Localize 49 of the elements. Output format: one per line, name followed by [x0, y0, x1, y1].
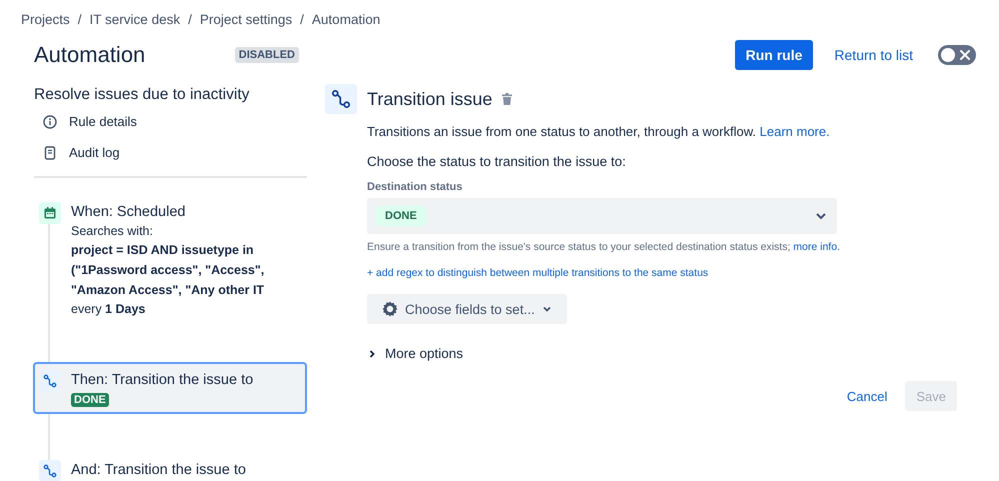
close-icon: [959, 49, 971, 61]
branch-icon: [39, 460, 61, 481]
cancel-button[interactable]: Cancel: [840, 388, 894, 404]
breadcrumb-link[interactable]: Automation: [312, 12, 380, 28]
help-text: Ensure a transition from the issue's source status to your selected destination status exists; more info.: [367, 240, 841, 254]
rule-step-card[interactable]: Then: Transition the issue to DONE: [33, 362, 307, 414]
breadcrumb-link[interactable]: Project settings: [200, 12, 292, 28]
field-label: Destination status: [367, 180, 464, 194]
step-title: When: Scheduled: [71, 203, 186, 222]
return-link[interactable]: Return to list: [834, 47, 913, 63]
breadcrumb-separator: /: [300, 12, 304, 28]
step-title: Then: Transition the issue to: [71, 371, 254, 390]
breadcrumb-separator: /: [78, 12, 82, 28]
step-title: And: Transition the issue to: [71, 461, 246, 480]
enable-toggle[interactable]: [938, 45, 976, 65]
schedule-text: every 1 Days: [71, 301, 146, 318]
status-badge: DISABLED: [234, 47, 299, 63]
page-title: Automation: [34, 42, 146, 68]
query-text: project = ISD AND issuetype in: [71, 242, 255, 259]
rule-step-card[interactable]: When: Scheduled Searches with: project = ISD AND issuetype in ("1Password access", "Access", "Amazon Access", "Any other IT every 1 Days: [33, 194, 307, 324]
branch-icon: [39, 370, 61, 392]
status-lozenge: DONE: [71, 393, 109, 407]
breadcrumb-link[interactable]: IT service desk: [90, 12, 180, 28]
run-rule-button[interactable]: Run rule: [734, 40, 814, 70]
nav-link[interactable]: Audit log: [69, 145, 120, 160]
settings-icon: [381, 300, 399, 318]
nav-link[interactable]: Rule details: [69, 114, 137, 129]
breadcrumb-separator: /: [188, 12, 192, 28]
query-text: ("1Password access", "Access",: [71, 262, 264, 279]
more-options-toggle[interactable]: More options: [367, 346, 464, 361]
query-text: "Amazon Access", "Any other IT: [71, 282, 264, 299]
document-icon: [43, 146, 57, 160]
info-icon: [43, 114, 57, 128]
trash-icon[interactable]: [502, 93, 512, 105]
branch-icon: [325, 84, 357, 114]
prompt-text: Choose the status to transition the issue to:: [367, 153, 627, 171]
more-info-link[interactable]: more info.: [793, 241, 840, 253]
description-text: Transitions an issue from one status to another, through a workflow. Learn more.: [367, 123, 831, 141]
step-detail-label: Searches with:: [71, 223, 154, 240]
editor-title: Transition issue: [367, 88, 492, 110]
chevron-right-icon: [367, 348, 377, 358]
learn-more-link[interactable]: Learn more.: [760, 124, 830, 139]
rule-name: Resolve issues due to inactivity: [34, 85, 250, 105]
breadcrumb-link[interactable]: Projects: [21, 12, 70, 28]
rule-step-card[interactable]: And: Transition the issue to: [33, 452, 307, 481]
calendar-icon: [39, 202, 61, 224]
choose-fields-button[interactable]: Choose fields to set...: [367, 294, 567, 324]
add-regex-link[interactable]: + add regex to distinguish between multiple transitions to the same status: [367, 266, 957, 280]
destination-status-select[interactable]: DONE: [367, 198, 837, 234]
